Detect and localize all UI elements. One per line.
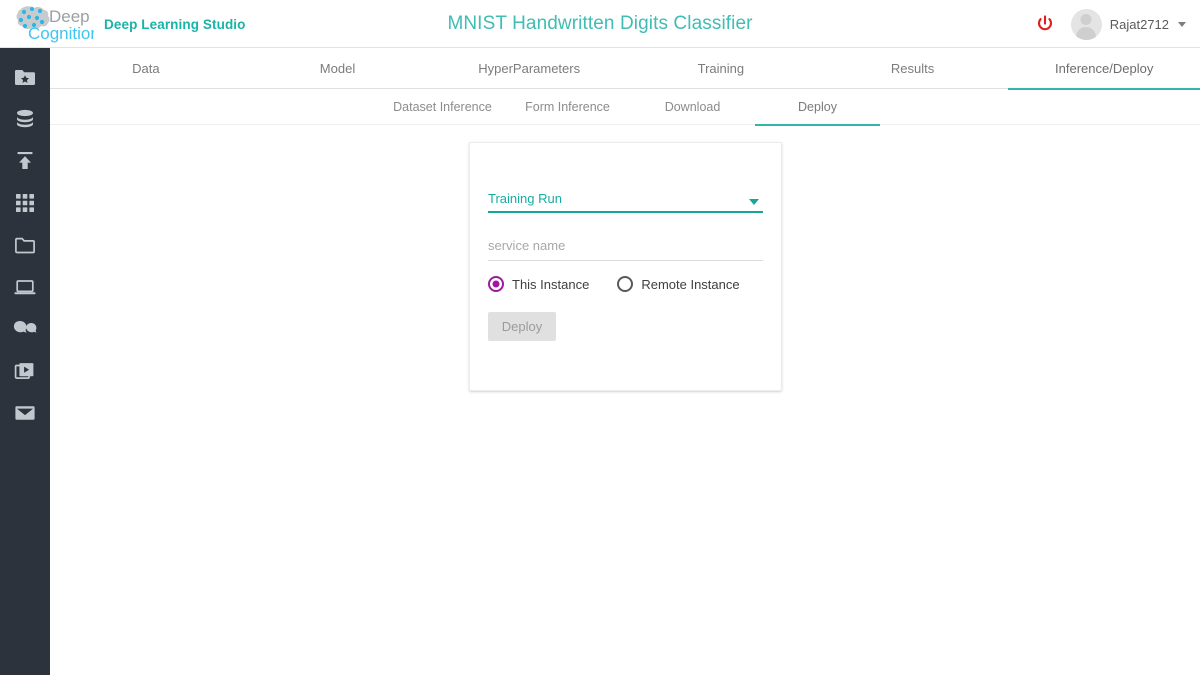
subtab-dataset-inference[interactable]: Dataset Inference [380,89,505,125]
folder-icon [14,236,36,255]
radio-unselected-icon [617,276,634,292]
sidebar-item-datasets[interactable] [0,98,50,140]
tab-label: Results [890,61,935,76]
tab-label: Model [319,61,356,76]
sidebar-item-chat[interactable] [0,308,50,350]
sidebar-item-messages[interactable] [0,392,50,434]
power-icon[interactable] [1033,12,1057,36]
grid-apps-icon [15,193,35,213]
radio-label: Remote Instance [641,276,740,292]
main-content: Training Run This Instance Remote Instan… [50,125,1200,675]
sidebar-item-instances[interactable] [0,266,50,308]
service-name-input[interactable] [488,237,763,259]
main-tab-bar: Data Model HyperParameters Training Resu… [50,48,1200,90]
deploy-form-card: Training Run This Instance Remote Instan… [469,142,782,391]
header-right-controls: Rajat2712 [1033,0,1186,48]
training-run-select-value: Training Run [488,191,562,206]
top-header: MNIST Handwritten Digits Classifier Deep… [0,0,1200,48]
tab-hyperparameters[interactable]: HyperParameters [433,48,625,89]
avatar [1070,8,1102,40]
tab-model[interactable]: Model [242,48,434,89]
subtab-form-inference[interactable]: Form Inference [505,89,630,125]
radio-this-instance[interactable]: This Instance [488,276,589,292]
chevron-down-icon [1178,21,1186,27]
app-root: MNIST Handwritten Digits Classifier Deep… [0,0,1200,675]
video-stack-icon [14,361,36,381]
tab-inference-deploy[interactable]: Inference/Deploy [1008,48,1200,90]
subtab-download[interactable]: Download [630,89,755,125]
sidebar-item-projects[interactable] [0,56,50,98]
svg-text:Cognition: Cognition [28,24,94,43]
radio-selected-icon [488,276,504,292]
service-name-field[interactable] [488,237,763,261]
subtab-label: Download [664,100,721,114]
left-sidebar [0,0,50,675]
sidebar-item-upload[interactable] [0,140,50,182]
radio-label: This Instance [512,276,590,292]
tab-label: Data [132,61,160,76]
subtab-label: Deploy [798,100,837,114]
training-run-select[interactable]: Training Run [488,187,763,213]
brand-logo-area[interactable]: Deep Cognition Deep Learning Studio [12,2,246,46]
user-name: Rajat2712 [1109,16,1169,32]
envelope-icon [13,404,37,422]
sidebar-item-files[interactable] [0,224,50,266]
sidebar-item-apps[interactable] [0,182,50,224]
dropdown-caret-icon [749,199,759,205]
chat-bubbles-icon [13,319,37,339]
tab-results[interactable]: Results [817,48,1009,89]
deploy-button[interactable]: Deploy [488,312,556,341]
subtab-deploy[interactable]: Deploy [755,89,880,126]
tab-label: HyperParameters [478,61,581,76]
sidebar-item-tutorials[interactable] [0,350,50,392]
brand-name: Deep Learning Studio [104,16,246,32]
folder-star-icon [14,68,36,87]
upload-icon [14,150,36,172]
tab-data[interactable]: Data [50,48,242,89]
instance-radio-group: This Instance Remote Instance [488,276,763,292]
sub-tab-bar: Dataset Inference Form Inference Downloa… [50,89,1200,126]
laptop-icon [13,278,37,297]
tab-training[interactable]: Training [625,48,817,89]
brain-network-logo: Deep Cognition [12,3,100,45]
database-icon [14,108,36,130]
user-menu[interactable]: Rajat2712 [1070,8,1186,40]
tab-label: Training [697,61,745,76]
tab-label: Inference/Deploy [1055,61,1154,76]
radio-remote-instance[interactable]: Remote Instance [617,276,740,292]
subtab-label: Form Inference [525,100,610,114]
subtab-label: Dataset Inference [393,100,492,114]
